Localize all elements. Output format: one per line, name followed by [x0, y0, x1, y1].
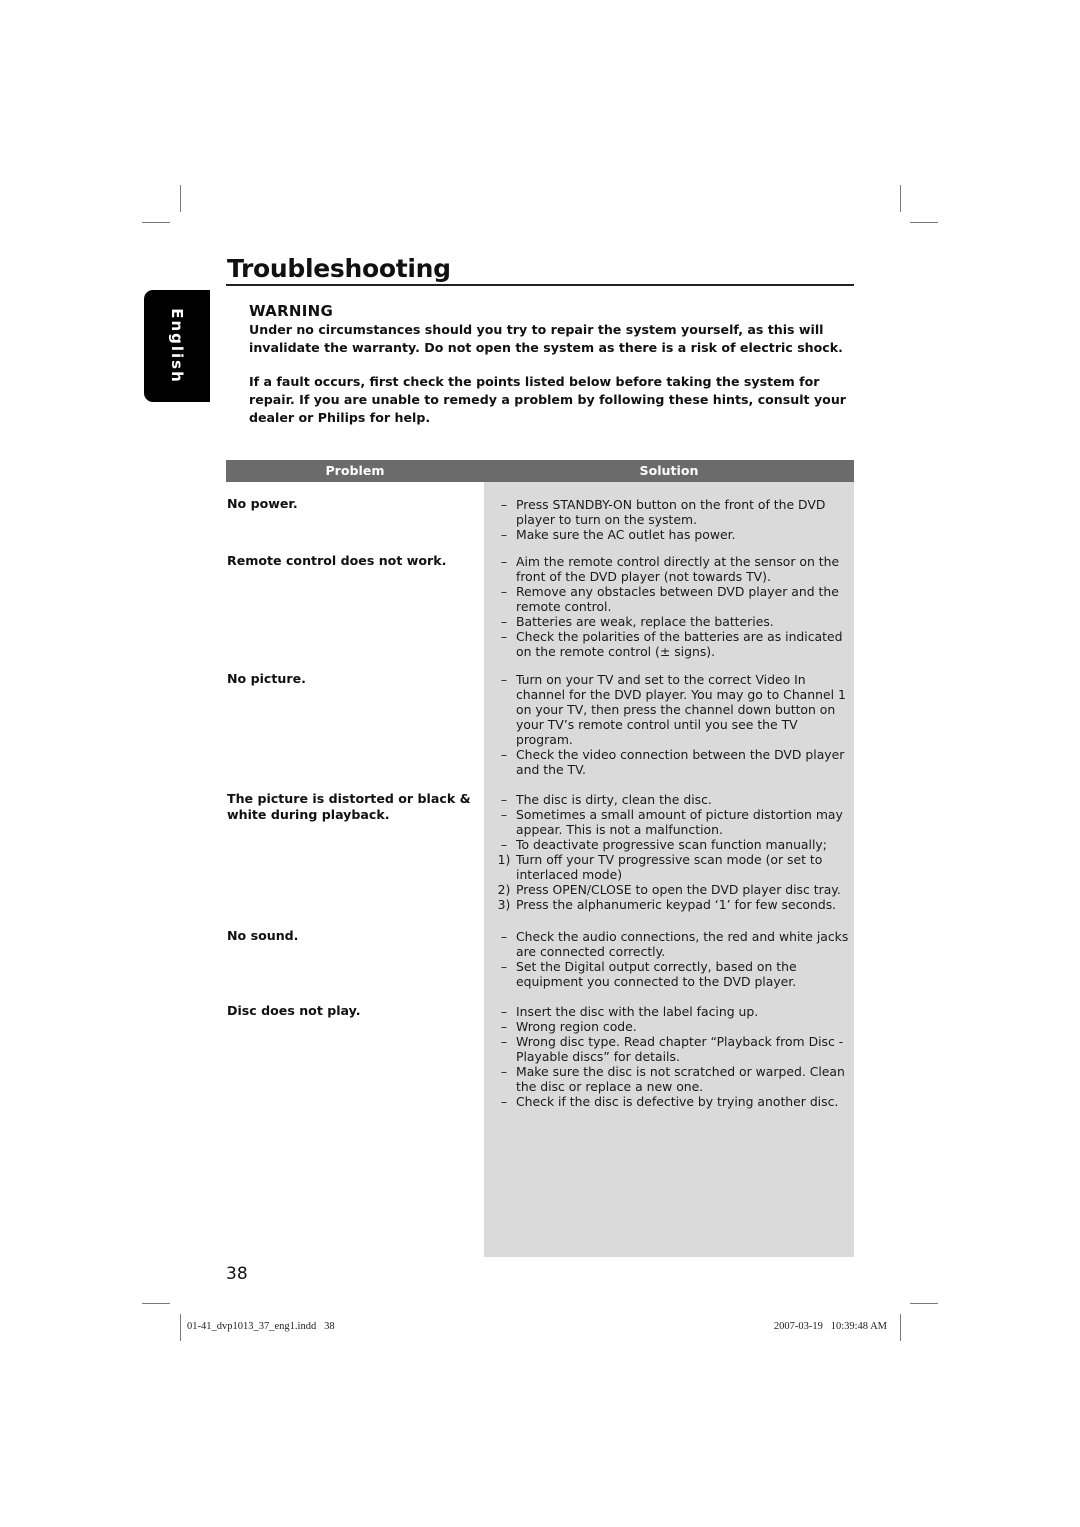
- language-tab-label: English: [168, 308, 186, 384]
- solution-item: – Remove any obstacles between DVD player…: [494, 584, 854, 614]
- solution-item: – Turn on your TV and set to the correct …: [494, 672, 854, 747]
- solution-item: – To deactivate progressive scan function…: [494, 837, 854, 852]
- warning-text: Under no circumstances should you try to…: [249, 322, 843, 355]
- solution-item: – Set the Digital output correctly, based…: [494, 959, 854, 989]
- warning-heading: WARNING: [249, 302, 334, 320]
- solution-text: Set the Digital output correctly, based …: [516, 959, 797, 989]
- table-header: Problem Solution: [226, 460, 854, 482]
- crop-mark: [910, 1303, 938, 1304]
- solution-item: – Press STANDBY-ON button on the front of…: [494, 497, 854, 527]
- solution-text: Make sure the disc is not scratched or w…: [516, 1064, 845, 1094]
- solution-text: Aim the remote control directly at the s…: [516, 554, 840, 584]
- solution-marker: 1): [497, 852, 511, 867]
- solution-item: – The disc is dirty, clean the disc.: [494, 792, 854, 807]
- solution-marker: –: [500, 792, 508, 807]
- solution-marker: –: [500, 1064, 508, 1079]
- problem-cell: The picture is distorted or black & whit…: [227, 791, 471, 822]
- solution-marker: –: [500, 959, 508, 974]
- page-number: 38: [226, 1264, 248, 1284]
- header-solution: Solution: [639, 463, 699, 478]
- solution-text: Sometimes a small amount of picture dist…: [516, 807, 843, 837]
- crop-mark: [900, 185, 901, 212]
- solution-item: 1) Turn off your TV progressive scan mode…: [494, 852, 854, 882]
- solution-marker: –: [500, 929, 508, 944]
- problem-cell: No picture.: [227, 671, 306, 686]
- solution-marker: –: [500, 629, 508, 644]
- solution-text: To deactivate progressive scan function …: [516, 837, 827, 852]
- crop-mark: [180, 185, 181, 212]
- solution-marker: –: [500, 584, 508, 599]
- solution-marker: –: [500, 497, 508, 512]
- solution-marker: –: [500, 614, 508, 629]
- solution-text: Wrong region code.: [516, 1019, 637, 1034]
- crop-mark: [142, 222, 170, 223]
- solution-cell: – Check the audio connections, the red an…: [494, 929, 854, 989]
- solution-item: – Check the video connection between the …: [494, 747, 854, 777]
- solution-marker: –: [500, 1019, 508, 1034]
- solution-item: – Make sure the AC outlet has power.: [494, 527, 854, 542]
- solution-marker: –: [500, 747, 508, 762]
- solution-item: 2) Press OPEN/CLOSE to open the DVD playe…: [494, 882, 854, 897]
- solution-text: Check the video connection between the D…: [516, 747, 845, 777]
- footer-filename: 01-41_dvp1013_37_eng1.indd 38: [187, 1321, 335, 1332]
- page-title: Troubleshooting: [227, 254, 451, 283]
- solution-text: The disc is dirty, clean the disc.: [516, 792, 712, 807]
- solution-text: Remove any obstacles between DVD player …: [516, 584, 839, 614]
- solution-marker: –: [500, 527, 508, 542]
- crop-mark: [900, 1314, 901, 1341]
- solution-text: Press the alphanumeric keypad ‘1’ for fe…: [516, 897, 837, 912]
- problem-cell: Remote control does not work.: [227, 553, 447, 568]
- solution-marker: –: [500, 807, 508, 822]
- solution-cell: – Turn on your TV and set to the correct …: [494, 672, 854, 777]
- footer-timestamp: 2007-03-19 10:39:48 AM: [773, 1321, 887, 1332]
- solution-item: – Check the audio connections, the red an…: [494, 929, 854, 959]
- solution-text: Turn on your TV and set to the correct V…: [516, 672, 846, 747]
- solution-marker: –: [500, 672, 508, 687]
- solution-marker: –: [500, 554, 508, 569]
- header-problem: Problem: [325, 463, 385, 478]
- solution-cell: – Insert the disc with the label facing u…: [494, 1004, 854, 1109]
- solution-text: Press STANDBY-ON button on the front of …: [516, 497, 826, 527]
- solution-text: Check the audio connections, the red and…: [516, 929, 849, 959]
- problem-cell: Disc does not play.: [227, 1003, 361, 1018]
- solution-text: Insert the disc with the label facing up…: [516, 1004, 759, 1019]
- solution-item: – Aim the remote control directly at the …: [494, 554, 854, 584]
- solution-cell: – Press STANDBY-ON button on the front of…: [494, 497, 854, 542]
- solution-marker: 2): [497, 882, 511, 897]
- solution-text: Wrong disc type. Read chapter “Playback …: [516, 1034, 844, 1064]
- solution-text: Check the polarities of the batteries ar…: [516, 629, 843, 659]
- solution-item: – Batteries are weak, replace the batteri…: [494, 614, 854, 629]
- solution-item: – Check the polarities of the batteries a…: [494, 629, 854, 659]
- solution-text: Check if the disc is defective by trying…: [516, 1094, 839, 1109]
- crop-mark: [180, 1314, 181, 1341]
- problem-cell: No power.: [227, 496, 298, 511]
- solution-item: – Insert the disc with the label facing u…: [494, 1004, 854, 1019]
- solution-marker: –: [500, 1034, 508, 1049]
- solution-item: – Wrong region code.: [494, 1019, 854, 1034]
- intro-text: If a fault occurs, first check the point…: [249, 374, 846, 425]
- solution-item: – Sometimes a small amount of picture dis…: [494, 807, 854, 837]
- solution-marker: –: [500, 1004, 508, 1019]
- solution-marker: –: [500, 1094, 508, 1109]
- solution-cell: – Aim the remote control directly at the …: [494, 554, 854, 659]
- solution-item: – Check if the disc is defective by tryin…: [494, 1094, 854, 1109]
- solution-item: 3) Press the alphanumeric keypad ‘1’ for …: [494, 897, 854, 912]
- crop-mark: [910, 222, 938, 223]
- solution-text: Make sure the AC outlet has power.: [516, 527, 736, 542]
- solution-text: Press OPEN/CLOSE to open the DVD player …: [516, 882, 841, 897]
- solution-text: Turn off your TV progressive scan mode (…: [516, 852, 823, 882]
- solution-item: – Make sure the disc is not scratched or …: [494, 1064, 854, 1094]
- language-tab: English: [144, 290, 210, 402]
- solution-marker: 3): [497, 897, 511, 912]
- solution-item: – Wrong disc type. Read chapter “Playback…: [494, 1034, 854, 1064]
- solution-cell: – The disc is dirty, clean the disc. – Some…: [494, 792, 854, 912]
- solution-text: Batteries are weak, replace the batterie…: [516, 614, 774, 629]
- problem-cell: No sound.: [227, 928, 299, 943]
- solution-marker: –: [500, 837, 508, 852]
- title-underline: [226, 284, 854, 286]
- crop-mark: [142, 1303, 170, 1304]
